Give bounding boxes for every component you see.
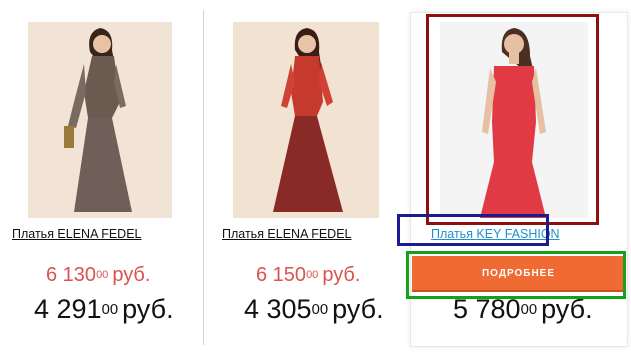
current-price: 4 29100 руб.: [34, 294, 174, 325]
current-price: 4 30500 руб.: [244, 294, 384, 325]
old-price: 6 13000 руб.: [46, 264, 150, 287]
current-price-cents: 00: [311, 302, 329, 319]
product-title[interactable]: Платья ELENA FEDEL: [222, 227, 352, 241]
product-image[interactable]: [233, 22, 379, 218]
product-divider: [203, 10, 204, 345]
button-highlight-box: [406, 251, 626, 299]
currency-label: руб.: [112, 264, 151, 286]
image-highlight-box: [426, 14, 599, 225]
currency-label: руб.: [332, 294, 384, 324]
product-card: Платья ELENA FEDEL 6 13000 руб. 4 29100 ру…: [0, 0, 200, 358]
current-price-cents: 00: [101, 302, 119, 319]
current-price-cents: 00: [520, 302, 538, 319]
dress-photo-brown: [28, 22, 172, 218]
current-price-value: 4 291: [34, 294, 102, 324]
product-image[interactable]: [28, 22, 172, 218]
title-highlight-box: [397, 214, 549, 246]
old-price-value: 6 150: [256, 264, 307, 286]
product-title[interactable]: Платья ELENA FEDEL: [12, 227, 142, 241]
currency-label: руб.: [122, 294, 174, 324]
old-price-value: 6 130: [46, 264, 97, 286]
old-price-cents: 00: [96, 269, 109, 282]
old-price-cents: 00: [306, 269, 319, 282]
old-price: 6 15000 руб.: [256, 264, 360, 287]
product-card: Платья ELENA FEDEL 6 15000 руб. 4 30500 ру…: [205, 0, 405, 358]
current-price-value: 4 305: [244, 294, 312, 324]
dress-photo-red: [233, 22, 379, 218]
currency-label: руб.: [322, 264, 361, 286]
